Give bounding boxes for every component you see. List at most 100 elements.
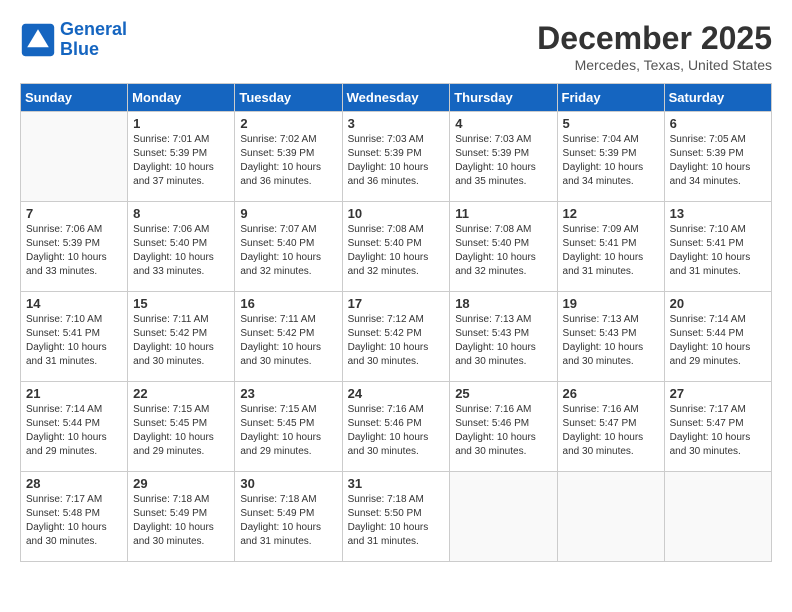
logo-text: General Blue [60, 20, 127, 60]
weekday-header-row: SundayMondayTuesdayWednesdayThursdayFrid… [21, 84, 772, 112]
day-number: 26 [563, 386, 659, 401]
calendar-cell: 23Sunrise: 7:15 AM Sunset: 5:45 PM Dayli… [235, 382, 342, 472]
calendar-cell: 8 Sunrise: 7:06 AM Sunset: 5:40 PM Daylig… [128, 202, 235, 292]
calendar-week-3: 14 Sunrise: 7:10 AM Sunset: 5:41 PM Dayli… [21, 292, 772, 382]
day-number: 11 [455, 206, 551, 221]
day-number: 6 [670, 116, 766, 131]
day-info: Sunrise: 7:09 AM Sunset: 5:41 PM Dayligh… [563, 223, 659, 279]
day-number: 4 [455, 116, 551, 131]
day-number: 3 [348, 116, 445, 131]
title-area: December 2025 Mercedes, Texas, United St… [537, 20, 772, 73]
day-info: Sunrise: 7:03 AM Sunset: 5:39 PM Dayligh… [348, 133, 445, 189]
day-info: Sunrise: 7:10 AM Sunset: 5:41 PM Dayligh… [26, 313, 122, 369]
weekday-header-tuesday: Tuesday [235, 84, 342, 112]
calendar-week-4: 21 Sunrise: 7:14 AM Sunset: 5:44 PM Dayli… [21, 382, 772, 472]
day-info: Sunrise: 7:05 AM Sunset: 5:39 PM Dayligh… [670, 133, 766, 189]
day-number: 5 [563, 116, 659, 131]
day-number: 12 [563, 206, 659, 221]
calendar-cell: 6 Sunrise: 7:05 AM Sunset: 5:39 PM Daylig… [664, 112, 771, 202]
day-number: 15 [133, 296, 229, 311]
calendar-week-1: 1 Sunrise: 7:01 AM Sunset: 5:39 PM Daylig… [21, 112, 772, 202]
day-number: 13 [670, 206, 766, 221]
day-info: Sunrise: 7:11 AM Sunset: 5:42 PM Dayligh… [240, 313, 336, 369]
weekday-header-monday: Monday [128, 84, 235, 112]
calendar-cell: 2 Sunrise: 7:02 AM Sunset: 5:39 PM Daylig… [235, 112, 342, 202]
day-info: Sunrise: 7:16 AM Sunset: 5:47 PM Dayligh… [563, 403, 659, 459]
day-info: Sunrise: 7:18 AM Sunset: 5:50 PM Dayligh… [348, 493, 445, 549]
day-number: 28 [26, 476, 122, 491]
day-info: Sunrise: 7:14 AM Sunset: 5:44 PM Dayligh… [26, 403, 122, 459]
day-info: Sunrise: 7:06 AM Sunset: 5:40 PM Dayligh… [133, 223, 229, 279]
weekday-header-friday: Friday [557, 84, 664, 112]
logo-line2: Blue [60, 39, 99, 59]
calendar-table: SundayMondayTuesdayWednesdayThursdayFrid… [20, 83, 772, 562]
weekday-header-sunday: Sunday [21, 84, 128, 112]
calendar-cell: 4 Sunrise: 7:03 AM Sunset: 5:39 PM Daylig… [450, 112, 557, 202]
logo: General Blue [20, 20, 127, 60]
calendar-cell [557, 472, 664, 562]
day-info: Sunrise: 7:13 AM Sunset: 5:43 PM Dayligh… [455, 313, 551, 369]
day-number: 27 [670, 386, 766, 401]
day-number: 8 [133, 206, 229, 221]
day-info: Sunrise: 7:07 AM Sunset: 5:40 PM Dayligh… [240, 223, 336, 279]
calendar-cell: 9Sunrise: 7:07 AM Sunset: 5:40 PM Daylig… [235, 202, 342, 292]
calendar-week-5: 28 Sunrise: 7:17 AM Sunset: 5:48 PM Dayli… [21, 472, 772, 562]
calendar-cell [664, 472, 771, 562]
calendar-cell: 3 Sunrise: 7:03 AM Sunset: 5:39 PM Daylig… [342, 112, 450, 202]
calendar-cell: 16Sunrise: 7:11 AM Sunset: 5:42 PM Dayli… [235, 292, 342, 382]
day-number: 31 [348, 476, 445, 491]
calendar-week-2: 7 Sunrise: 7:06 AM Sunset: 5:39 PM Daylig… [21, 202, 772, 292]
day-info: Sunrise: 7:02 AM Sunset: 5:39 PM Dayligh… [240, 133, 336, 189]
day-number: 18 [455, 296, 551, 311]
calendar-cell: 24 Sunrise: 7:16 AM Sunset: 5:46 PM Dayli… [342, 382, 450, 472]
calendar-cell: 11 Sunrise: 7:08 AM Sunset: 5:40 PM Dayli… [450, 202, 557, 292]
day-info: Sunrise: 7:18 AM Sunset: 5:49 PM Dayligh… [240, 493, 336, 549]
logo-line1: General [60, 19, 127, 39]
calendar-cell [21, 112, 128, 202]
day-info: Sunrise: 7:15 AM Sunset: 5:45 PM Dayligh… [133, 403, 229, 459]
day-number: 10 [348, 206, 445, 221]
day-info: Sunrise: 7:14 AM Sunset: 5:44 PM Dayligh… [670, 313, 766, 369]
day-info: Sunrise: 7:18 AM Sunset: 5:49 PM Dayligh… [133, 493, 229, 549]
calendar-cell: 12 Sunrise: 7:09 AM Sunset: 5:41 PM Dayli… [557, 202, 664, 292]
day-info: Sunrise: 7:06 AM Sunset: 5:39 PM Dayligh… [26, 223, 122, 279]
location: Mercedes, Texas, United States [537, 57, 772, 73]
day-number: 17 [348, 296, 445, 311]
calendar-cell: 21 Sunrise: 7:14 AM Sunset: 5:44 PM Dayli… [21, 382, 128, 472]
day-info: Sunrise: 7:08 AM Sunset: 5:40 PM Dayligh… [348, 223, 445, 279]
day-info: Sunrise: 7:01 AM Sunset: 5:39 PM Dayligh… [133, 133, 229, 189]
page-header: General Blue December 2025 Mercedes, Tex… [20, 20, 772, 73]
calendar-cell: 31 Sunrise: 7:18 AM Sunset: 5:50 PM Dayli… [342, 472, 450, 562]
day-info: Sunrise: 7:16 AM Sunset: 5:46 PM Dayligh… [348, 403, 445, 459]
day-info: Sunrise: 7:17 AM Sunset: 5:48 PM Dayligh… [26, 493, 122, 549]
weekday-header-saturday: Saturday [664, 84, 771, 112]
calendar-cell: 20Sunrise: 7:14 AM Sunset: 5:44 PM Dayli… [664, 292, 771, 382]
calendar-cell: 26 Sunrise: 7:16 AM Sunset: 5:47 PM Dayli… [557, 382, 664, 472]
day-info: Sunrise: 7:08 AM Sunset: 5:40 PM Dayligh… [455, 223, 551, 279]
logo-icon [20, 22, 56, 58]
calendar-cell: 13Sunrise: 7:10 AM Sunset: 5:41 PM Dayli… [664, 202, 771, 292]
day-number: 24 [348, 386, 445, 401]
calendar-cell [450, 472, 557, 562]
day-info: Sunrise: 7:12 AM Sunset: 5:42 PM Dayligh… [348, 313, 445, 369]
month-title: December 2025 [537, 20, 772, 57]
calendar-cell: 14 Sunrise: 7:10 AM Sunset: 5:41 PM Dayli… [21, 292, 128, 382]
calendar-cell: 5 Sunrise: 7:04 AM Sunset: 5:39 PM Daylig… [557, 112, 664, 202]
calendar-cell: 1 Sunrise: 7:01 AM Sunset: 5:39 PM Daylig… [128, 112, 235, 202]
calendar-cell: 10 Sunrise: 7:08 AM Sunset: 5:40 PM Dayli… [342, 202, 450, 292]
day-info: Sunrise: 7:17 AM Sunset: 5:47 PM Dayligh… [670, 403, 766, 459]
day-info: Sunrise: 7:11 AM Sunset: 5:42 PM Dayligh… [133, 313, 229, 369]
day-number: 19 [563, 296, 659, 311]
day-info: Sunrise: 7:16 AM Sunset: 5:46 PM Dayligh… [455, 403, 551, 459]
calendar-cell: 28 Sunrise: 7:17 AM Sunset: 5:48 PM Dayli… [21, 472, 128, 562]
day-number: 21 [26, 386, 122, 401]
day-info: Sunrise: 7:04 AM Sunset: 5:39 PM Dayligh… [563, 133, 659, 189]
calendar-cell: 19Sunrise: 7:13 AM Sunset: 5:43 PM Dayli… [557, 292, 664, 382]
day-number: 14 [26, 296, 122, 311]
calendar-cell: 29Sunrise: 7:18 AM Sunset: 5:49 PM Dayli… [128, 472, 235, 562]
day-number: 7 [26, 206, 122, 221]
day-info: Sunrise: 7:03 AM Sunset: 5:39 PM Dayligh… [455, 133, 551, 189]
calendar-cell: 25Sunrise: 7:16 AM Sunset: 5:46 PM Dayli… [450, 382, 557, 472]
day-number: 2 [240, 116, 336, 131]
day-number: 1 [133, 116, 229, 131]
